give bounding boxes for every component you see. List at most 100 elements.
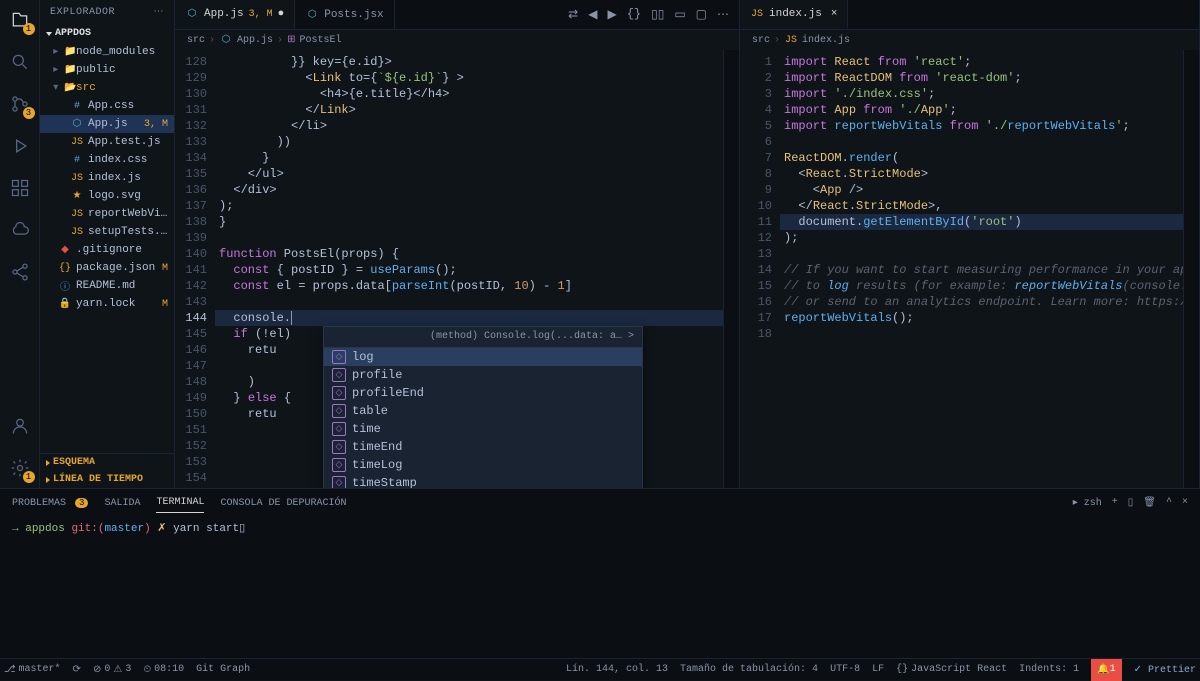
tree-item-App-test-js[interactable]: JSApp.test.js [40, 133, 174, 151]
tree-item-public[interactable]: ▸ 📁public [40, 61, 174, 79]
tab-index-js[interactable]: JS index.js × [740, 0, 848, 29]
search-icon[interactable] [8, 50, 32, 74]
autocomplete-popup[interactable]: (method) Console.log(...data: a… >◇log◇p… [323, 326, 643, 488]
scm-icon[interactable]: 3 [8, 92, 32, 116]
compare-icon[interactable]: ⇄ [568, 7, 578, 22]
breadcrumb-item[interactable]: src [752, 35, 770, 46]
trash-icon[interactable]: 🗑 [1143, 497, 1156, 509]
tree-item-App-js[interactable]: ⬡App.js3, M [40, 115, 174, 133]
suggest-item[interactable]: ◇time [324, 420, 642, 438]
time-status[interactable]: ⏲ 08:10 [143, 664, 184, 676]
tree-item-yarn-lock[interactable]: 🔒yarn.lockM [40, 295, 174, 313]
tree-item-index-js[interactable]: JSindex.js [40, 169, 174, 187]
suggest-item[interactable]: ◇table [324, 402, 642, 420]
indents[interactable]: Indents: 1 [1019, 664, 1079, 675]
maximize-icon[interactable]: ^ [1166, 497, 1172, 509]
extensions-icon[interactable] [8, 176, 32, 200]
file-name: App.test.js [88, 136, 168, 148]
tab-posts-jsx[interactable]: ⬡ Posts.jsx [295, 0, 394, 29]
breadcrumb-item[interactable]: PostsEl [299, 35, 341, 46]
tree-item-setupTests-js[interactable]: JSsetupTests.js [40, 223, 174, 241]
bell-status[interactable]: 🔔 1 [1091, 659, 1121, 681]
eol[interactable]: LF [872, 664, 884, 675]
minimap[interactable] [723, 50, 739, 488]
timeline-section[interactable]: LÍNEA DE TIEMPO [40, 471, 174, 488]
breadcrumb-right[interactable]: src› JS index.js [740, 30, 1199, 50]
sidebar-title: EXPLORADOR ⋯ [40, 0, 174, 24]
tree-item-node_modules[interactable]: ▸ 📁node_modules [40, 43, 174, 61]
tab-bar-right: JS index.js × [740, 0, 1199, 30]
file-name: reportWebVitals.js [88, 208, 168, 220]
breadcrumb-item[interactable]: src [187, 35, 205, 46]
encoding[interactable]: UTF-8 [830, 664, 860, 675]
file-name: setupTests.js [88, 226, 168, 238]
problems-status[interactable]: ⊘ 0 ⚠ 3 [93, 664, 131, 676]
explorer-icon[interactable]: 1 [8, 8, 32, 32]
editor-group-right: JS index.js × src› JS index.js 123456789… [740, 0, 1200, 488]
tree-item-index-css[interactable]: #index.css [40, 151, 174, 169]
suggest-item[interactable]: ◇profileEnd [324, 384, 642, 402]
panel-tab-debug[interactable]: CONSOLA DE DEPURACIÓN [220, 494, 346, 513]
debug-icon[interactable] [8, 134, 32, 158]
suggest-item[interactable]: ◇timeEnd [324, 438, 642, 456]
terminal-panel: PROBLEMAS 3 SALIDA TERMINAL CONSOLA DE D… [0, 488, 1200, 658]
braces-icon[interactable]: {} [627, 7, 641, 22]
account-icon[interactable] [8, 414, 32, 438]
next-icon[interactable]: ▶ [607, 7, 616, 22]
more-icon[interactable]: ⋯ [717, 7, 729, 22]
suggest-item[interactable]: ◇timeStamp [324, 474, 642, 488]
suggest-item[interactable]: ◇timeLog [324, 456, 642, 474]
tab-app-js[interactable]: ⬡ App.js 3, M ● [175, 0, 295, 29]
breadcrumb-left[interactable]: src› ⬡ App.js› ⊞ PostsEl [175, 30, 739, 50]
panel-tab-problems[interactable]: PROBLEMAS 3 [12, 494, 88, 513]
split-terminal-icon[interactable]: ▯ [1128, 497, 1134, 509]
tree-item-logo-svg[interactable]: ★logo.svg [40, 187, 174, 205]
language-mode[interactable]: {} JavaScript React [896, 664, 1007, 675]
tree-item-README-md[interactable]: ⓘREADME.md [40, 277, 174, 295]
more-icon[interactable]: ⋯ [154, 6, 165, 18]
breadcrumb-item[interactable]: index.js [802, 35, 850, 46]
preview-icon[interactable]: ▢ [696, 7, 707, 22]
close-icon[interactable]: × [831, 8, 838, 20]
tree-item-src[interactable]: ▾ 📂src [40, 79, 174, 97]
suggest-item[interactable]: ◇profile [324, 366, 642, 384]
cursor-position[interactable]: Lín. 144, col. 13 [566, 664, 668, 675]
breadcrumb-item[interactable]: App.js [237, 35, 273, 46]
sync-status[interactable]: ⟳ [73, 664, 81, 676]
close-icon[interactable]: × [1182, 497, 1188, 509]
branch-status[interactable]: ⎇ master* [4, 664, 61, 676]
panel-tab-output[interactable]: SALIDA [104, 494, 140, 513]
git-branch: master [104, 523, 144, 535]
file-name: README.md [76, 280, 168, 292]
tab-size[interactable]: Tamaño de tabulación: 4 [680, 664, 818, 675]
code-content[interactable]: }} key={e.id}> <Link to={`${e.id}`} > <h… [215, 50, 723, 488]
share-icon[interactable] [8, 260, 32, 284]
tree-item-reportWebVitals-js[interactable]: JSreportWebVitals.js [40, 205, 174, 223]
git-graph-status[interactable]: Git Graph [196, 664, 250, 675]
remote-icon[interactable] [8, 218, 32, 242]
timeline-label: LÍNEA DE TIEMPO [53, 474, 143, 485]
code-content[interactable]: import React from 'react';import ReactDO… [780, 50, 1183, 488]
outline-section[interactable]: ESQUEMA [40, 454, 174, 471]
tree-item-App-css[interactable]: #App.css [40, 97, 174, 115]
settings-badge: 1 [23, 471, 35, 483]
panel-tab-terminal[interactable]: TERMINAL [156, 493, 204, 513]
shell-icon[interactable]: ▸ zsh [1073, 497, 1102, 509]
add-terminal-icon[interactable]: + [1112, 497, 1118, 509]
code-editor-left[interactable]: 1281291301311321331341351361371381391401… [175, 50, 739, 488]
terminal-content[interactable]: → appdos git:(master) ✗ yarn start▯ [0, 517, 1200, 658]
prev-icon[interactable]: ◀ [588, 7, 597, 22]
suggest-item[interactable]: ◇log [324, 348, 642, 366]
prettier-status[interactable]: ✓ Prettier [1134, 664, 1196, 676]
react-icon: ⬡ [305, 8, 319, 22]
split-icon[interactable]: ▯▯ [651, 7, 664, 22]
tab-badge: 3, M [249, 9, 273, 20]
project-header[interactable]: APPDOS [40, 24, 174, 43]
settings-icon[interactable]: 1 [8, 456, 32, 480]
lock-icon: 🔒 [58, 297, 72, 311]
layout-icon[interactable]: ▭ [674, 7, 685, 22]
minimap[interactable] [1183, 50, 1199, 488]
tree-item--gitignore[interactable]: ◆.gitignore [40, 241, 174, 259]
code-editor-right[interactable]: 123456789101112131415161718 import React… [740, 50, 1199, 488]
tree-item-package-json[interactable]: {}package.jsonM [40, 259, 174, 277]
